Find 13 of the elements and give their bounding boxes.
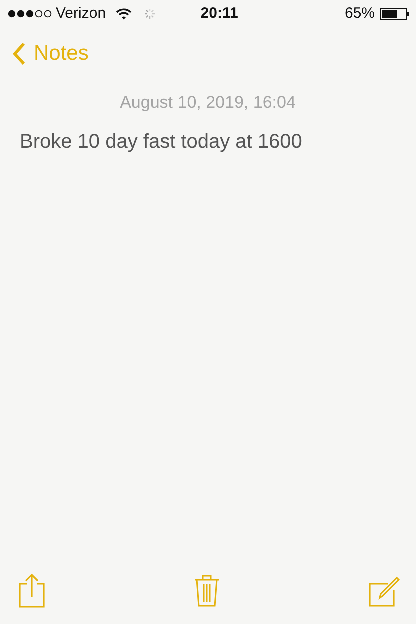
note-date: August 10, 2019, 16:04 [120,93,296,112]
battery-percentage: 65% [344,5,376,22]
signal-icon [8,10,52,18]
share-icon[interactable] [18,573,46,609]
trash-icon[interactable] [194,574,220,608]
compose-icon[interactable] [368,574,400,608]
loading-spinner-icon [144,8,156,20]
note-text[interactable]: Broke 10 day fast today at 1600 [20,131,396,154]
carrier-name: Verizon [56,5,106,22]
battery-icon [380,8,410,20]
chevron-icon [12,42,26,66]
clock-time: 20:11 [200,5,238,22]
wifi-icon [116,8,132,20]
